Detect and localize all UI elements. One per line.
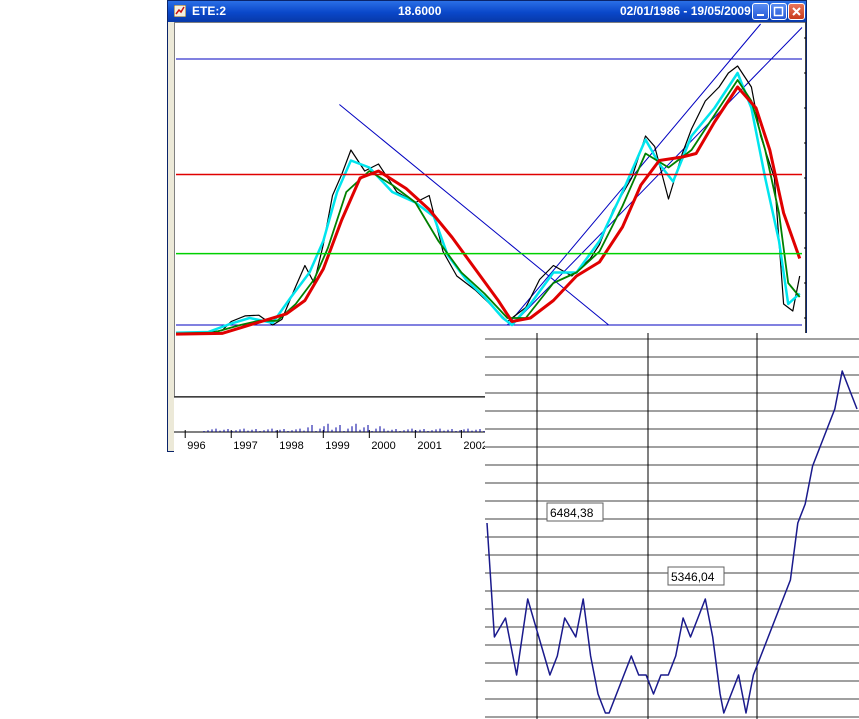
- x-tick-label: 996: [187, 440, 205, 452]
- title-bar[interactable]: ETE:2 18.6000 02/01/1986 - 19/05/2009: [168, 1, 806, 22]
- window-last-value: 18.6000: [398, 4, 442, 18]
- window-symbol: ETE:2: [192, 4, 227, 18]
- x-tick-label: 1998: [279, 440, 303, 452]
- x-tick-label: 1997: [233, 440, 257, 452]
- annotation-label: 6484,38: [550, 506, 594, 520]
- maximize-icon: [773, 6, 784, 17]
- index-background: [485, 333, 859, 719]
- annotation-label: 5346,04: [671, 570, 715, 584]
- close-icon: [792, 7, 801, 16]
- minimize-icon: [757, 14, 764, 16]
- x-tick-label: 2000: [371, 440, 395, 452]
- index-chart: 6484,38 5346,04: [485, 333, 859, 719]
- close-button[interactable]: [788, 3, 805, 20]
- chart-app-icon: [174, 5, 186, 17]
- x-tick-label: 2001: [417, 440, 441, 452]
- maximize-button[interactable]: [770, 3, 787, 20]
- minimize-button[interactable]: [752, 3, 769, 20]
- window-date-range: 02/01/1986 - 19/05/2009: [620, 4, 751, 18]
- x-tick-label: 1999: [325, 440, 349, 452]
